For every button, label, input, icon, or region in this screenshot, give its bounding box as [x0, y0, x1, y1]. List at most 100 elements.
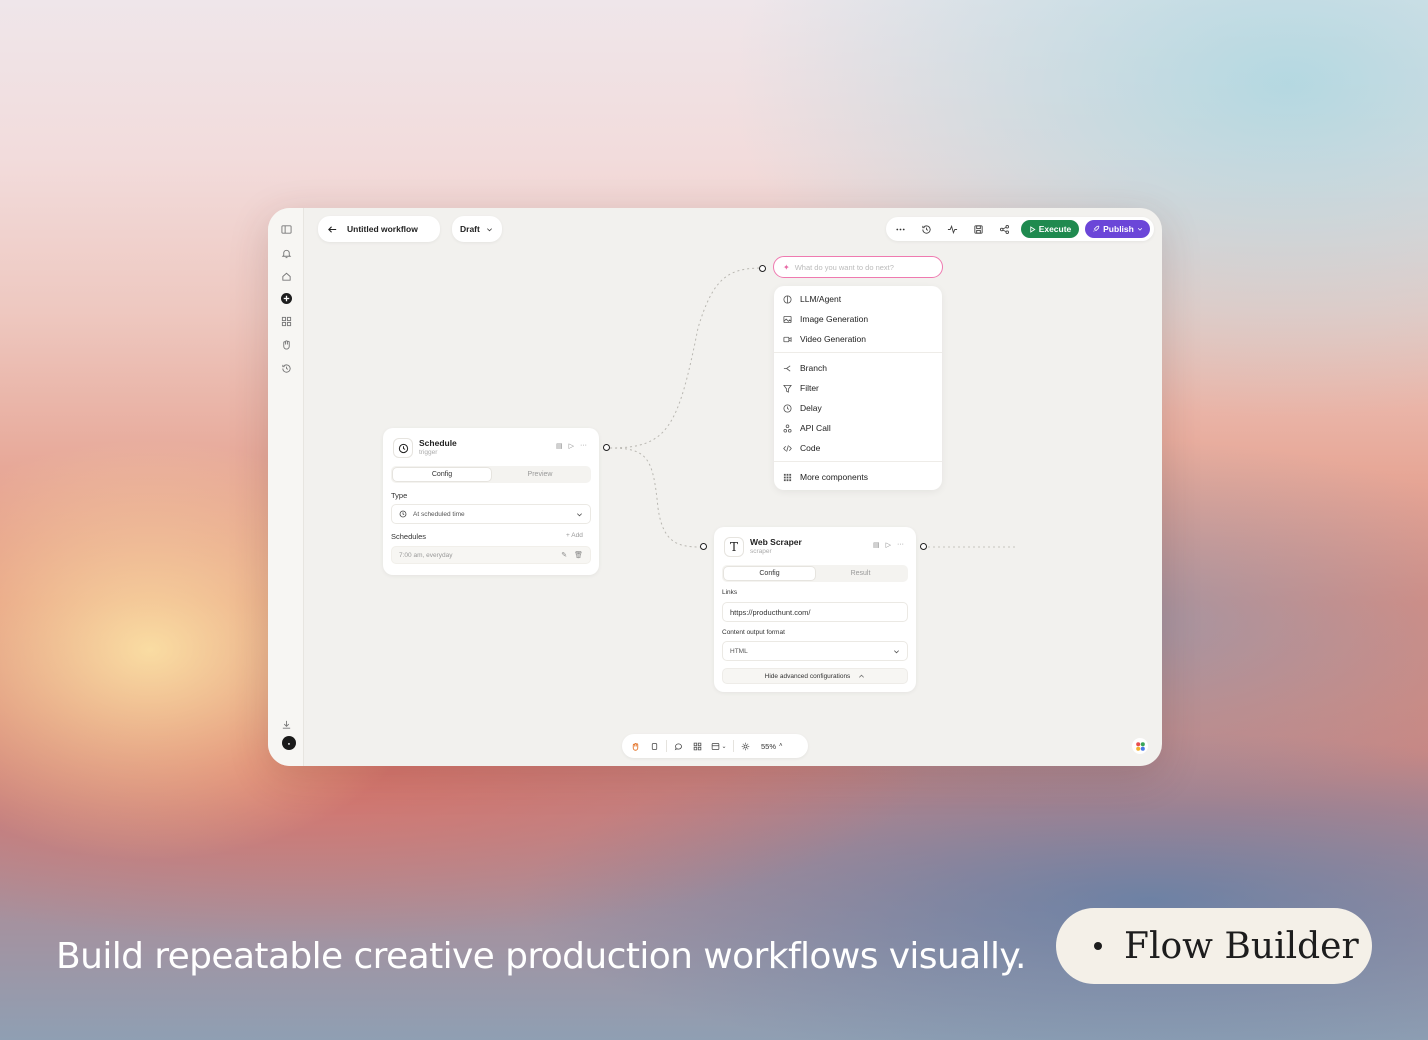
menu-item-delay[interactable]: Delay	[782, 403, 822, 413]
menu-item-label: Branch	[800, 363, 827, 373]
next-step-prompt[interactable]: ✦ What do you want to do next?	[773, 256, 943, 278]
select-tool-icon[interactable]	[647, 739, 662, 754]
format-label: Content output format	[722, 629, 785, 636]
menu-item-label: LLM/Agent	[800, 294, 842, 304]
grid-icon	[782, 472, 792, 482]
bullet-icon	[1094, 942, 1102, 950]
menu-item-code[interactable]: Code	[782, 443, 820, 453]
links-input[interactable]: https://producthunt.com/	[722, 602, 908, 622]
tab-result[interactable]: Result	[815, 567, 906, 580]
add-icon[interactable]	[281, 293, 292, 304]
tab-preview[interactable]: Preview	[491, 468, 589, 481]
avatar[interactable]: ●	[282, 736, 296, 750]
chevron-up-icon	[859, 674, 865, 678]
sparkle-icon: ✦	[783, 262, 790, 272]
play-icon	[1030, 225, 1036, 233]
zoom-level[interactable]: 55% ˄	[761, 742, 783, 751]
canvas-toolbar: ⌄ 55% ˄	[622, 734, 808, 758]
sidebar-toggle-icon[interactable]	[281, 224, 292, 235]
tab-config[interactable]: Config	[393, 468, 491, 481]
tab-config[interactable]: Config	[724, 567, 815, 580]
back-arrow-icon[interactable]	[327, 224, 338, 235]
menu-item-label: Image Generation	[800, 314, 869, 324]
tagline: Build repeatable creative production wor…	[56, 936, 1026, 977]
schedule-node[interactable]: Schedule trigger ▤ ▷ ··· Config Preview …	[383, 428, 599, 575]
feature-badge: Flow Builder	[1056, 908, 1372, 984]
clock-icon	[399, 510, 407, 518]
publish-button[interactable]: Publish	[1085, 220, 1150, 238]
code-icon	[782, 443, 792, 453]
trash-icon[interactable]: 🗑	[574, 551, 583, 559]
branch-icon	[782, 363, 792, 373]
menu-item-api-call[interactable]: API Call	[782, 423, 831, 433]
hand-tool-icon[interactable]	[628, 739, 643, 754]
color-palette-icon[interactable]	[1132, 738, 1148, 754]
scraper-input-port[interactable]	[700, 543, 707, 550]
format-value: HTML	[730, 647, 748, 655]
node-title: Web Scraper	[750, 537, 802, 547]
hand-icon[interactable]	[281, 339, 292, 350]
scraper-output-port[interactable]	[920, 543, 927, 550]
type-label: Type	[391, 491, 408, 500]
activity-icon[interactable]	[940, 218, 964, 240]
more-options-icon[interactable]	[888, 218, 912, 240]
history-icon[interactable]	[914, 218, 938, 240]
node-subtitle: scraper	[750, 548, 772, 555]
node-subtitle: trigger	[419, 449, 438, 456]
execute-button[interactable]: Execute	[1021, 220, 1079, 238]
menu-item-branch[interactable]: Branch	[782, 363, 827, 373]
share-icon[interactable]	[992, 218, 1016, 240]
agent-icon	[782, 294, 792, 304]
notes-icon[interactable]: ▤	[873, 541, 880, 549]
add-schedule-button[interactable]: + Add	[566, 532, 583, 539]
notes-icon[interactable]: ▤	[556, 442, 563, 450]
chevron-down-icon	[1137, 227, 1142, 231]
schedules-label: Schedules	[391, 532, 427, 541]
menu-item-image-generation[interactable]: Image Generation	[782, 314, 868, 324]
home-icon[interactable]	[281, 271, 292, 282]
history-icon[interactable]	[281, 363, 292, 374]
format-select[interactable]: HTML	[722, 641, 908, 661]
prompt-placeholder: What do you want to do next?	[794, 262, 894, 272]
chevron-down-icon	[894, 649, 899, 653]
schedule-item[interactable]: 7:00 am, everyday ✎ 🗑	[391, 546, 591, 564]
bell-icon[interactable]	[281, 248, 292, 259]
save-icon[interactable]	[966, 218, 990, 240]
image-icon	[782, 314, 792, 324]
node-actions: ▤ ▷ ···	[873, 541, 904, 549]
node-menu-icon[interactable]: ···	[897, 541, 904, 549]
status-label: Draft	[460, 224, 480, 234]
schedule-tabs: Config Preview	[391, 466, 591, 483]
node-title: Schedule	[419, 438, 457, 448]
component-menu: LLM/Agent Image Generation Video Generat…	[774, 286, 942, 490]
status-dropdown[interactable]: Draft	[452, 216, 502, 242]
run-node-icon[interactable]: ▷	[886, 541, 891, 549]
menu-divider	[774, 461, 942, 462]
schedule-item-label: 7:00 am, everyday	[399, 551, 453, 559]
chevron-up-icon: ˄	[779, 743, 783, 749]
toggle-advanced-button[interactable]: Hide advanced configurations	[722, 668, 908, 684]
comment-icon[interactable]	[671, 739, 686, 754]
menu-item-video-generation[interactable]: Video Generation	[782, 334, 866, 344]
menu-item-llm-agent[interactable]: LLM/Agent	[782, 294, 841, 304]
menu-item-filter[interactable]: Filter	[782, 383, 819, 393]
sun-icon[interactable]	[738, 739, 753, 754]
apps-grid-icon[interactable]	[281, 316, 292, 327]
workflow-title[interactable]: Untitled workflow	[347, 224, 418, 234]
menu-divider	[774, 352, 942, 353]
grid-icon[interactable]	[690, 739, 705, 754]
menu-item-more-components[interactable]: More components	[782, 472, 868, 482]
back-title-pill[interactable]: Untitled workflow	[318, 216, 440, 242]
links-value: https://producthunt.com/	[730, 607, 811, 617]
prompt-input-port[interactable]	[759, 265, 766, 272]
rocket-icon	[1093, 225, 1100, 232]
download-icon[interactable]	[281, 719, 292, 730]
web-scraper-node[interactable]: T Web Scraper scraper ▤ ▷ ··· Config Res…	[714, 527, 916, 692]
schedule-output-port[interactable]	[603, 444, 610, 451]
type-select[interactable]: At scheduled time	[391, 504, 591, 524]
layout-icon[interactable]: ⌄	[709, 739, 729, 754]
edit-icon[interactable]: ✎	[561, 551, 567, 559]
links-label: Links	[722, 589, 738, 596]
node-menu-icon[interactable]: ···	[580, 442, 587, 450]
run-node-icon[interactable]: ▷	[569, 442, 574, 450]
